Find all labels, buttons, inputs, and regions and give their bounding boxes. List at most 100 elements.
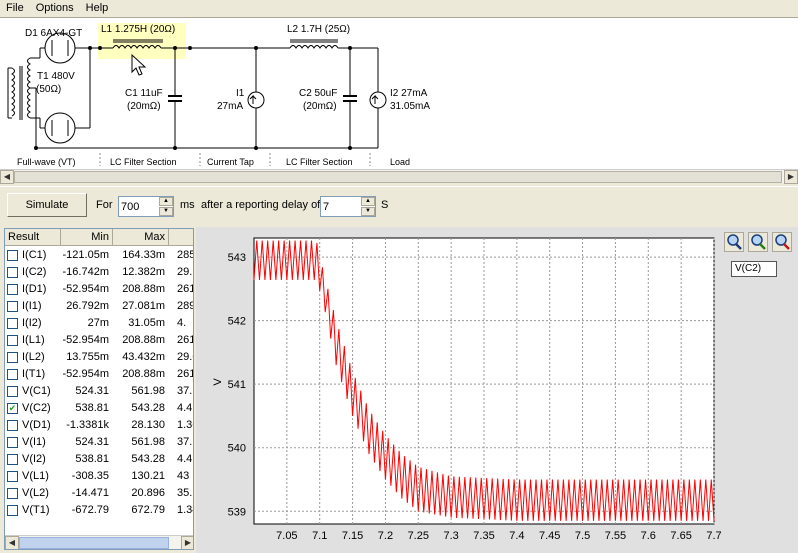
menu-file[interactable]: File [0,0,30,16]
delay-stepper[interactable]: ▲ ▼ [320,196,376,217]
result-checkbox[interactable] [7,488,18,499]
result-max: 27.081m [122,300,165,312]
result-checkbox[interactable] [7,369,18,380]
result-max: 31.05m [128,317,165,329]
result-row[interactable]: V(D1) -1.3381k 28.130 1.36 [5,417,193,434]
result-row[interactable]: I(C2) -16.742m 12.382m 29.1 [5,264,193,281]
waveform-chart[interactable]: 7.05 7.1 7.15 7.2 7.25 7.3 7.35 7.4 7.45 7.5 7.55 7… [196,227,798,553]
result-checkbox[interactable] [7,352,18,363]
result-checkbox[interactable] [7,454,18,465]
result-checkbox[interactable] [7,386,18,397]
result-name: V(T1) [22,504,50,516]
result-checkbox[interactable] [7,420,18,431]
legend-series-v-c2: V(C2) [735,263,762,274]
result-checkbox[interactable] [7,250,18,261]
duration-down-icon[interactable]: ▼ [159,207,173,216]
menu-help[interactable]: Help [80,0,115,16]
delay-up-icon[interactable]: ▲ [361,197,375,206]
menu-options[interactable]: Options [30,0,80,16]
results-scroll-right-icon[interactable]: ▶ [181,536,193,549]
result-max: 12.382m [122,266,165,278]
result-extra: 29.6 [177,351,193,363]
results-horizontal-scrollbar[interactable]: ◀ ▶ [5,535,193,549]
header-result[interactable]: Result [5,229,61,246]
result-checkbox[interactable] [7,437,18,448]
result-name: V(C2) [22,402,51,414]
result-row[interactable]: V(L2) -14.471 20.896 35. [5,485,193,502]
result-row[interactable]: V(T1) -672.79 672.79 1.34 [5,502,193,519]
header-extra[interactable] [169,229,193,246]
result-checkbox[interactable]: ✔ [7,403,18,414]
schematic-horizontal-scrollbar[interactable]: ◀ ▶ [0,169,798,184]
result-row[interactable]: V(L1) -308.35 130.21 43 [5,468,193,485]
result-extra: 261. [177,334,193,346]
result-row[interactable]: I(L1) -52.954m 208.88m 261. [5,332,193,349]
result-min: -52.954m [62,283,109,295]
result-max: 43.432m [122,351,165,363]
result-min: -52.954m [62,334,109,346]
result-name: I(L2) [22,351,45,363]
chart-legend: V(C2) [731,261,777,277]
duration-input[interactable] [121,199,157,214]
y-tick-label: 542 [228,316,246,328]
result-name: I(D1) [22,283,47,295]
result-checkbox[interactable] [7,471,18,482]
result-row[interactable]: V(I1) 524.31 561.98 37. [5,434,193,451]
result-checkbox[interactable] [7,335,18,346]
result-row[interactable]: ✔ V(C2) 538.81 543.28 4.4 [5,400,193,417]
delay-input[interactable] [323,199,359,214]
result-row[interactable]: I(L2) 13.755m 43.432m 29.6 [5,349,193,366]
app-window: File Options Help D1 6AX4-GT T1 480V (50… [0,0,798,553]
result-extra: 35. [177,487,193,499]
scroll-right-icon[interactable]: ▶ [784,170,798,184]
c1-label: C1 11uF [125,88,163,99]
x-tick-label: 7.5 [575,530,590,542]
x-tick-label: 7.05 [276,530,297,542]
header-max[interactable]: Max [113,229,169,246]
result-row[interactable]: I(I1) 26.792m 27.081m 289. [5,298,193,315]
result-max: 130.21 [131,470,165,482]
result-extra: 37. [177,385,193,397]
result-checkbox[interactable] [7,284,18,295]
result-extra: 289. [177,300,193,312]
section-lc-filter-1: LC Filter Section [110,157,177,167]
results-scroll-left-icon[interactable]: ◀ [5,536,19,549]
ms-label: ms [180,199,195,211]
c2-resistance: (20mΩ) [303,101,337,112]
duration-up-icon[interactable]: ▲ [159,197,173,206]
result-max: 208.88m [122,334,165,346]
result-row[interactable]: I(T1) -52.954m 208.88m 261. [5,366,193,383]
result-checkbox[interactable] [7,267,18,278]
result-checkbox[interactable] [7,318,18,329]
simulate-button[interactable]: Simulate [7,193,87,217]
results-scroll-thumb[interactable] [19,537,169,549]
result-name: I(C1) [22,249,47,261]
header-min[interactable]: Min [61,229,113,246]
result-row[interactable]: V(C1) 524.31 561.98 37. [5,383,193,400]
seconds-label: S [381,199,389,211]
result-row[interactable]: I(I2) 27m 31.05m 4. [5,315,193,332]
result-row[interactable]: I(C1) -121.05m 164.33m 285. [5,247,193,264]
result-min: -121.05m [62,249,109,261]
result-extra: 4. [177,317,187,329]
zoom-in-icon[interactable] [724,232,744,252]
i1-label: I1 [236,88,245,99]
scroll-left-icon[interactable]: ◀ [0,170,14,184]
result-extra: 43 [177,470,190,482]
zoom-reset-icon[interactable] [772,232,792,252]
result-min: 27m [87,317,109,329]
result-min: 538.81 [75,402,109,414]
result-name: V(I2) [22,453,46,465]
result-row[interactable]: I(D1) -52.954m 208.88m 261. [5,281,193,298]
result-checkbox[interactable] [7,301,18,312]
result-name: V(I1) [22,436,46,448]
x-tick-label: 7.15 [342,530,363,542]
y-axis-label: V [212,378,224,386]
result-checkbox[interactable] [7,505,18,516]
delay-down-icon[interactable]: ▼ [361,207,375,216]
schematic-canvas[interactable]: D1 6AX4-GT T1 480V (50Ω) L1 1.275H (20Ω)… [0,17,798,169]
zoom-out-icon[interactable] [748,232,768,252]
schematic-scroll-thumb[interactable] [14,171,782,183]
duration-stepper[interactable]: ▲ ▼ [118,196,174,217]
result-row[interactable]: V(I2) 538.81 543.28 4.4 [5,451,193,468]
